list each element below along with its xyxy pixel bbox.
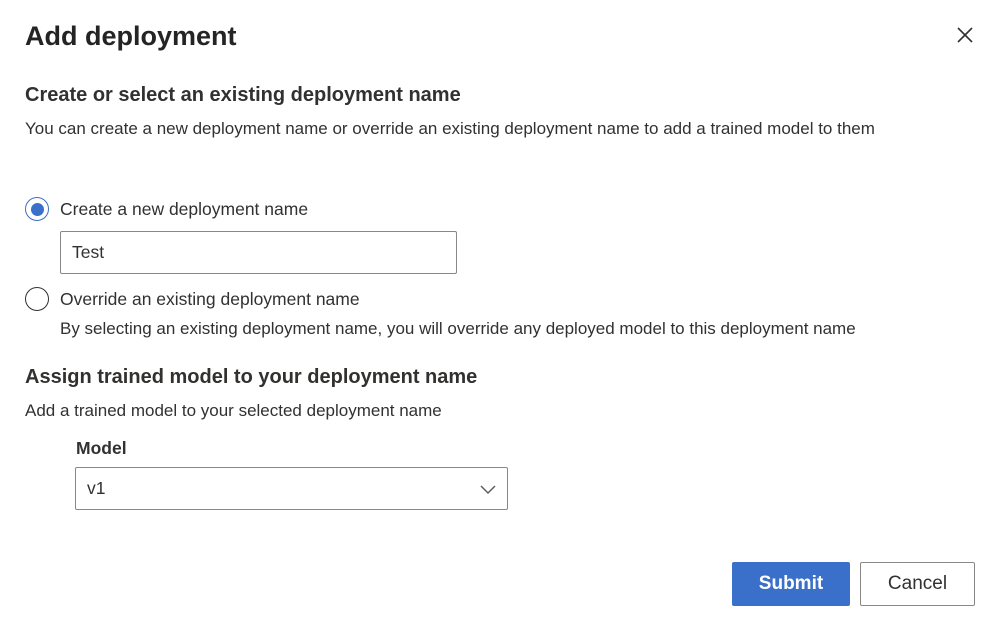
override-description: By selecting an existing deployment name… xyxy=(60,319,856,338)
radio-selected-dot xyxy=(30,202,44,216)
add-deployment-dialog: Add deployment Create or select an exist… xyxy=(0,0,999,626)
cancel-button[interactable]: Cancel xyxy=(860,562,975,606)
model-dropdown-value: v1 xyxy=(87,478,106,498)
close-button[interactable] xyxy=(950,20,980,50)
model-field-label: Model xyxy=(76,438,127,458)
close-icon xyxy=(957,27,973,43)
submit-button[interactable]: Submit xyxy=(732,562,850,606)
section-description-deployment-name: You can create a new deployment name or … xyxy=(25,119,875,138)
radio-override-existing[interactable]: Override an existing deployment name xyxy=(25,287,360,311)
radio-override-existing-label[interactable]: Override an existing deployment name xyxy=(60,289,360,310)
radio-create-new-indicator[interactable] xyxy=(25,197,49,221)
section-heading-deployment-name: Create or select an existing deployment … xyxy=(25,84,461,106)
chevron-down-icon xyxy=(480,484,496,494)
section-description-assign-model: Add a trained model to your selected dep… xyxy=(25,401,442,420)
model-dropdown[interactable]: v1 xyxy=(75,467,508,510)
section-heading-assign-model: Assign trained model to your deployment … xyxy=(25,366,478,388)
dialog-title: Add deployment xyxy=(25,21,237,51)
radio-create-new-label[interactable]: Create a new deployment name xyxy=(60,199,308,220)
radio-override-existing-indicator[interactable] xyxy=(25,287,49,311)
deployment-name-input[interactable] xyxy=(60,231,457,274)
radio-create-new[interactable]: Create a new deployment name xyxy=(25,197,308,221)
